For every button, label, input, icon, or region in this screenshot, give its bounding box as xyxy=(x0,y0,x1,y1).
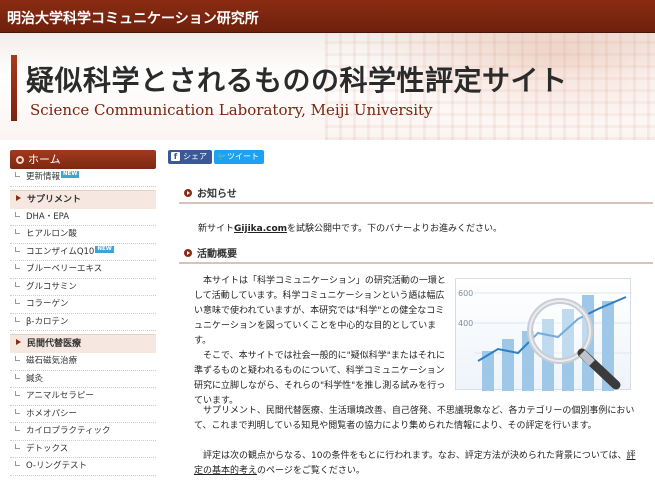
item-bullet-icon xyxy=(15,281,20,287)
sidebar-item-label: アニマルセラピー xyxy=(26,391,94,401)
item-bullet-icon xyxy=(15,373,20,379)
facebook-share-button[interactable]: f シェア xyxy=(168,150,212,164)
item-bullet-icon xyxy=(15,356,20,361)
overview-p4-before: 評定は次の観点からなる、10の条件をもとに行われます。なお、評定方法が決められた… xyxy=(203,451,627,461)
header-accent-bar xyxy=(11,55,17,121)
chart-tick-400: 400 xyxy=(458,319,473,328)
overview-paragraph-4: 評定は次の観点からなる、10の条件をもとに行われます。なお、評定方法が決められた… xyxy=(194,449,644,479)
item-bullet-icon xyxy=(15,408,20,414)
item-bullet-icon xyxy=(15,229,20,234)
sidebar-item-acupuncture[interactable]: 鍼灸 xyxy=(10,371,156,388)
sidebar-item-label: DHA・EPA xyxy=(26,211,70,222)
sidebar-item-label: 更新情報 xyxy=(26,172,61,182)
overview-p4-after: のページをご覧ください。 xyxy=(257,466,365,476)
item-bullet-icon xyxy=(15,299,20,304)
sidebar-item-glucosamine[interactable]: グルコサミン xyxy=(10,279,156,296)
sidebar-item-dha-epa[interactable]: DHA・EPA xyxy=(10,209,156,226)
item-bullet-icon xyxy=(15,211,20,217)
sidebar-home-link[interactable]: ホーム xyxy=(10,150,156,169)
new-badge: NEW xyxy=(61,171,80,178)
share-buttons: f シェア 🐦ツイート xyxy=(168,150,653,165)
lab-name[interactable]: 明治大学科学コミュニケーション研究所 xyxy=(7,8,259,28)
overview-paragraphs-wide: サプリメント、民間代替医療、生活環境改善、自己啓発、不思議現象など、各カテゴリー… xyxy=(194,404,644,479)
section-bullet-icon xyxy=(184,249,192,257)
sidebar-item-coq10[interactable]: コエンザイムQ10 NEW xyxy=(10,244,156,261)
site-subtitle: Science Communication Laboratory, Meiji … xyxy=(30,101,433,119)
chart-magnifier-illustration: 600 400 xyxy=(455,278,632,391)
gijika-link[interactable]: Gijika.com xyxy=(234,224,287,234)
sidebar-item-label: デトックス xyxy=(26,443,69,454)
sidebar-item-collagen[interactable]: コラーゲン xyxy=(10,296,156,314)
sidebar-item-label: 鍼灸 xyxy=(26,373,44,384)
overview-paragraph-2: そこで、本サイトでは社会一般的に"疑似科学"またはそれに準ずるものと疑われるもの… xyxy=(194,351,446,406)
sidebar-item-label: カイロプラクティック xyxy=(26,426,111,436)
sidebar-nav: ホーム 更新情報 NEW サプリメント DHA・EPA ヒアルロン酸 コエンザイム… xyxy=(10,150,156,476)
chart-tick-600: 600 xyxy=(458,289,473,298)
sidebar-item-hyaluronic-acid[interactable]: ヒアルロン酸 xyxy=(10,226,156,244)
item-bullet-icon xyxy=(15,246,20,252)
sidebar-item-label: β-カロテン xyxy=(26,316,69,327)
item-bullet-icon xyxy=(15,443,20,449)
site-header: 疑似科学とされるものの科学性評定サイト Science Communicatio… xyxy=(0,33,655,140)
facebook-icon: f xyxy=(171,152,180,161)
item-bullet-icon xyxy=(15,172,20,177)
overview-paragraph-3: サプリメント、民間代替医療、生活環境改善、自己啓発、不思議現象など、各カテゴリー… xyxy=(194,406,635,431)
category-label: 民間代替医療 xyxy=(27,339,82,349)
sidebar-item-label: ホメオパシー xyxy=(26,408,78,419)
item-bullet-icon xyxy=(15,461,20,466)
overview-heading: 活動概要 xyxy=(179,245,653,264)
sidebar-item-beta-carotene[interactable]: β-カロテン xyxy=(10,314,156,331)
notice-text: 新サイトGijika.comを試験公開中です。下のバナーよりお進みください。 xyxy=(198,221,502,234)
category-label: サプリメント xyxy=(27,194,82,205)
chart-illustration-svg: 600 400 xyxy=(458,289,632,391)
home-bullet-icon xyxy=(16,156,24,164)
sidebar-item-animal-therapy[interactable]: アニマルセラピー xyxy=(10,388,156,406)
sidebar-item-o-ring-test[interactable]: O-リングテスト xyxy=(10,458,156,476)
item-bullet-icon xyxy=(15,426,20,431)
sidebar-item-label: 磁石磁気治療 xyxy=(26,356,78,366)
notice-heading-text: お知らせ xyxy=(197,189,237,200)
triangle-icon xyxy=(16,339,21,345)
twitter-bird-icon: 🐦 xyxy=(217,152,227,161)
sidebar-item-label: ヒアルロン酸 xyxy=(26,229,77,239)
item-bullet-icon xyxy=(15,264,20,269)
sidebar-item-chiropractic[interactable]: カイロプラクティック xyxy=(10,423,156,441)
sidebar-item-blueberry[interactable]: ブルーベリーエキス xyxy=(10,261,156,279)
notice-text-after: を試験公開中です。下のバナーよりお進みください。 xyxy=(287,224,502,234)
sidebar-item-detox[interactable]: デトックス xyxy=(10,441,156,458)
sidebar-item-updates[interactable]: 更新情報 NEW xyxy=(10,169,156,187)
sidebar-item-label: コラーゲン xyxy=(26,299,69,309)
sidebar-category-supplements[interactable]: サプリメント xyxy=(10,189,156,209)
sidebar-item-label: O-リングテスト xyxy=(26,461,87,471)
notice-text-before: 新サイト xyxy=(198,224,235,234)
notice-heading: お知らせ xyxy=(179,185,653,204)
site-top-bar: 明治大学科学コミュニケーション研究所 xyxy=(0,0,655,33)
sidebar-item-magnetic-therapy[interactable]: 磁石磁気治療 xyxy=(10,353,156,371)
overview-heading-text: 活動概要 xyxy=(197,249,237,260)
home-label: ホーム xyxy=(28,153,61,166)
triangle-icon xyxy=(16,194,21,201)
overview-paragraph-1: 本サイトは「科学コミュニケーション」の研究活動の一環として活動しています。科学コ… xyxy=(194,276,446,346)
item-bullet-icon xyxy=(15,391,20,396)
sidebar-item-homeopathy[interactable]: ホメオパシー xyxy=(10,406,156,423)
new-badge: NEW xyxy=(95,245,114,253)
sidebar-item-label: コエンザイムQ10 xyxy=(26,246,95,257)
overview-paragraphs: 本サイトは「科学コミュニケーション」の研究活動の一環として活動しています。科学コ… xyxy=(194,274,451,409)
item-bullet-icon xyxy=(15,316,20,322)
site-title[interactable]: 疑似科学とされるものの科学性評定サイト xyxy=(26,59,568,99)
facebook-share-label: シェア xyxy=(183,152,207,161)
twitter-tweet-button[interactable]: 🐦ツイート xyxy=(214,150,264,164)
sidebar-category-alt-medicine[interactable]: 民間代替医療 xyxy=(10,334,156,353)
tweet-label: ツイート xyxy=(226,152,259,161)
section-bullet-icon xyxy=(184,189,192,197)
main-content: f シェア 🐦ツイート お知らせ 新サイトGijika.comを試験公開中です。下の… xyxy=(167,150,653,476)
sidebar-item-label: グルコサミン xyxy=(26,281,77,292)
sidebar-item-label: ブルーベリーエキス xyxy=(26,264,103,274)
